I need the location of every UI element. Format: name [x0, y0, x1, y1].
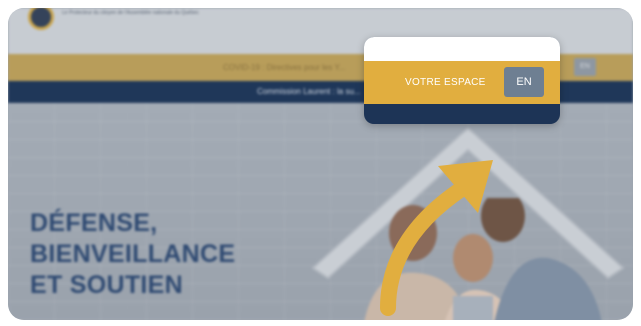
popup-top-strip	[364, 37, 560, 61]
alert-text[interactable]: COVID-19 : Directives pour les Y...	[223, 63, 345, 72]
votre-espace-button[interactable]: VOTRE ESPACE	[405, 61, 486, 104]
site-org-name: Le Protecteur du citoyen de l'Assemblée …	[62, 10, 199, 16]
pointer-arrow-icon	[380, 160, 493, 316]
hero-heading-line-2: BIENVEILLANCE	[30, 240, 236, 268]
nav-text[interactable]: Commission Laurent : la su...	[257, 87, 361, 96]
hero-heading: DÉFENSE, BIENVEILLANCE ET SOUTIEN	[30, 208, 235, 301]
hero-heading-line-1: DÉFENSE,	[30, 209, 158, 237]
site-language-button[interactable]: EN	[574, 58, 596, 76]
site-logo[interactable]	[28, 8, 54, 30]
highlight-popup: VOTRE ESPACE EN	[364, 37, 560, 124]
hero-heading-line-3: ET SOUTIEN	[30, 271, 184, 299]
language-en-button[interactable]: EN	[504, 67, 544, 97]
screenshot-frame: Le Protecteur du citoyen de l'Assemblée …	[8, 8, 633, 320]
